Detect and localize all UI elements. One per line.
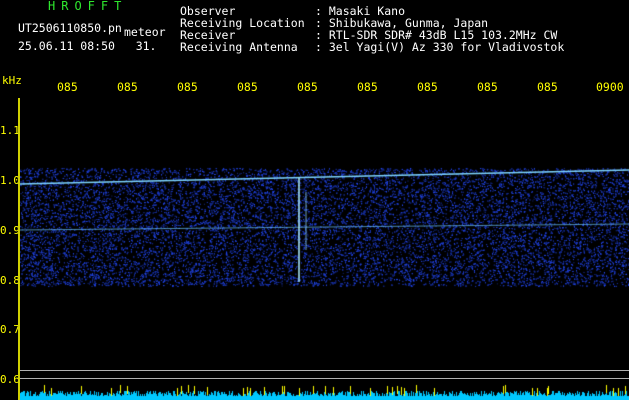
file-name: UT2506110850.pn [18,21,122,35]
x-tick-label: 085 [297,80,318,94]
y-tick-label: 1.0 [0,174,20,187]
x-tick-label: 085 [477,80,498,94]
reference-line [20,370,629,371]
y-tick-label: 1.1 [0,124,20,137]
reference-line [20,378,629,379]
y-tick-label: 0.6 [0,373,20,386]
x-tick-label: 085 [57,80,78,94]
x-tick-label: 085 [537,80,558,94]
x-tick-label: 0900 [596,80,624,94]
app-title: HROFFT [48,0,128,13]
datetime-stamp: 25.06.11 08:50 31. [18,39,157,53]
x-tick-label: 085 [357,80,378,94]
y-tick-label: 0.9 [0,224,20,237]
station-info-labels: Observer Receiving Location Receiver Rec… [180,4,305,54]
y-tick-label: 0.7 [0,323,20,336]
spectrogram-waterfall [20,100,629,400]
detection-tag: meteor [124,25,166,39]
x-tick-label: 085 [417,80,438,94]
x-tick-label: 085 [237,80,258,94]
x-tick-label: 085 [117,80,138,94]
y-tick-label: 0.8 [0,274,20,287]
y-axis-unit-label: kHz [2,74,22,87]
station-info-values: : Masaki Kano : Shibukawa, Gunma, Japan … [315,4,565,54]
x-tick-label: 085 [177,80,198,94]
